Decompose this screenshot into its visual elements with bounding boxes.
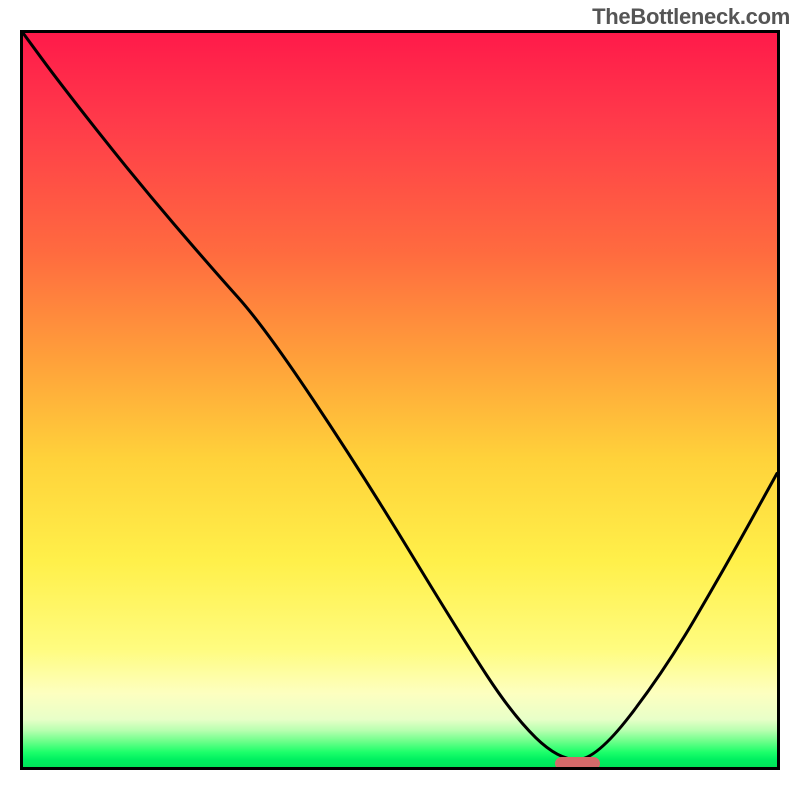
optimal-marker — [555, 757, 600, 770]
chart-container: TheBottleneck.com — [0, 0, 800, 800]
plot-area — [20, 30, 780, 770]
curve-svg — [23, 33, 777, 767]
bottleneck-curve — [23, 33, 777, 760]
watermark-text: TheBottleneck.com — [592, 4, 790, 30]
